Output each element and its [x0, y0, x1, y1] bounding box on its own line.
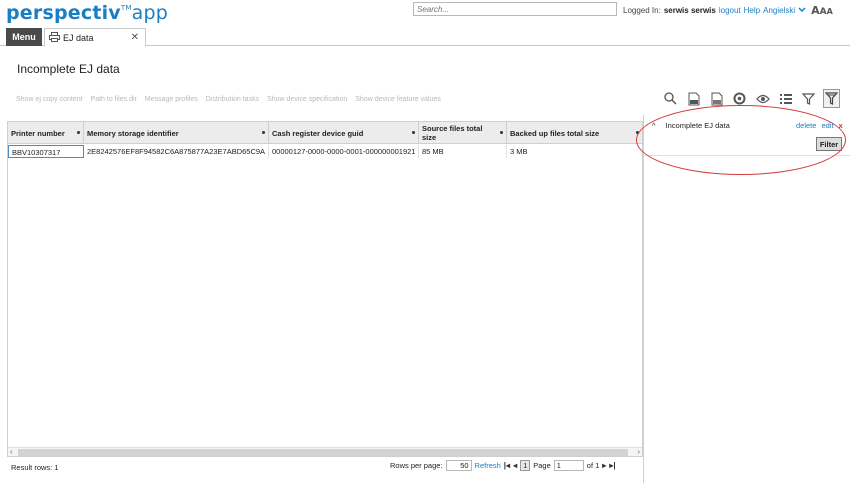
page-number-input[interactable]: 1: [553, 460, 584, 471]
cell-printer-number[interactable]: BBV10307317: [8, 145, 84, 158]
cell-cash-register-device-guid[interactable]: 00000127-0000-0000-0001-000000001921: [269, 145, 419, 158]
close-icon[interactable]: ✕: [131, 32, 139, 43]
refresh-link[interactable]: Refresh: [475, 461, 501, 470]
filter-active-icon[interactable]: [823, 89, 840, 108]
show-ej-copy-content-link[interactable]: Show ej copy content: [16, 96, 83, 103]
cell-memory-storage-identifier[interactable]: 2E8242576EF8F94582C6A875877A23E7ABD65C9A: [84, 145, 269, 158]
annotation-oval: [636, 105, 846, 175]
user-bar: Logged In: serwis serwis logout Help Ang…: [623, 4, 833, 17]
action-links: Show ej copy content Path to files dir M…: [16, 96, 441, 103]
app-logo[interactable]: perspectivTMapp: [6, 2, 168, 24]
chevron-down-icon[interactable]: [798, 6, 806, 15]
table-row[interactable]: BBV10307317 2E8242576EF8F94582C6A875877A…: [8, 145, 642, 158]
page-label: Page: [533, 461, 551, 470]
next-page-icon[interactable]: ▸: [602, 461, 606, 470]
column-header-source-files-total-size[interactable]: Source files total size: [419, 122, 507, 144]
rows-per-page-label: Rows per page:: [390, 461, 443, 470]
user-name: serwis serwis: [663, 6, 716, 15]
page-of-label: of 1: [586, 461, 600, 470]
scrollbar-thumb[interactable]: [18, 449, 628, 456]
show-device-feature-values-link[interactable]: Show device feature values: [355, 96, 441, 103]
path-to-files-dir-link[interactable]: Path to files dir: [91, 96, 137, 103]
filter-icon[interactable]: [800, 89, 817, 108]
logo-tm: TM: [120, 4, 132, 12]
column-header-backed-up-files-total-size[interactable]: Backed up files total size: [507, 122, 642, 144]
column-header-printer-number[interactable]: Printer number: [8, 122, 84, 144]
logo-suffix: app: [131, 2, 168, 24]
search-box[interactable]: [413, 2, 617, 16]
pager: Rows per page: 50 Refresh |◂ ◂ 1 Page 1 …: [390, 460, 616, 471]
search-icon[interactable]: [662, 89, 679, 108]
horizontal-scrollbar[interactable]: ‹ ›: [8, 447, 642, 456]
sort-icon[interactable]: [77, 131, 80, 134]
first-page-icon[interactable]: |◂: [504, 461, 510, 470]
sort-icon[interactable]: [500, 131, 503, 134]
printer-icon: [49, 31, 60, 44]
result-rows: Result rows: 1: [11, 463, 59, 472]
message-profiles-link[interactable]: Message profiles: [145, 96, 198, 103]
grid-header: Printer number Memory storage identifier…: [8, 122, 642, 144]
logged-in-label: Logged In:: [623, 6, 661, 15]
page-title: Incomplete EJ data: [17, 62, 120, 76]
search-input[interactable]: [414, 3, 616, 15]
logout-link[interactable]: logout: [719, 6, 741, 15]
data-grid: Printer number Memory storage identifier…: [7, 121, 643, 457]
column-header-cash-register-device-guid[interactable]: Cash register device guid: [269, 122, 419, 144]
columns-list-icon[interactable]: [777, 89, 794, 108]
current-page-button[interactable]: 1: [520, 460, 531, 471]
column-header-memory-storage-identifier[interactable]: Memory storage identifier: [84, 122, 269, 144]
scroll-right-icon[interactable]: ›: [637, 447, 640, 456]
language-select[interactable]: Angielski: [763, 6, 795, 15]
cell-backed-up-files-total-size[interactable]: 3 MB: [507, 145, 642, 158]
help-link[interactable]: Help: [744, 6, 760, 15]
rows-per-page-input[interactable]: 50: [445, 460, 472, 471]
tab-ej-data[interactable]: EJ data ✕: [44, 28, 146, 47]
sort-icon[interactable]: [412, 131, 415, 134]
last-page-icon[interactable]: ▸|: [609, 461, 615, 470]
prev-page-icon[interactable]: ◂: [513, 461, 517, 470]
menu-button[interactable]: Menu: [6, 28, 42, 46]
csv-export-icon[interactable]: [685, 89, 702, 108]
logo-main: perspectiv: [6, 2, 121, 24]
sort-icon[interactable]: [262, 131, 265, 134]
tab-label: EJ data: [63, 32, 94, 43]
tab-strip: Menu EJ data ✕: [0, 28, 850, 47]
distribution-tasks-link[interactable]: Distribution tasks: [206, 96, 259, 103]
scroll-left-icon[interactable]: ‹: [10, 447, 13, 456]
cell-source-files-total-size[interactable]: 85 MB: [419, 145, 507, 158]
show-device-specification-link[interactable]: Show device specification: [267, 96, 347, 103]
font-size-switcher[interactable]: AAA: [811, 4, 833, 17]
